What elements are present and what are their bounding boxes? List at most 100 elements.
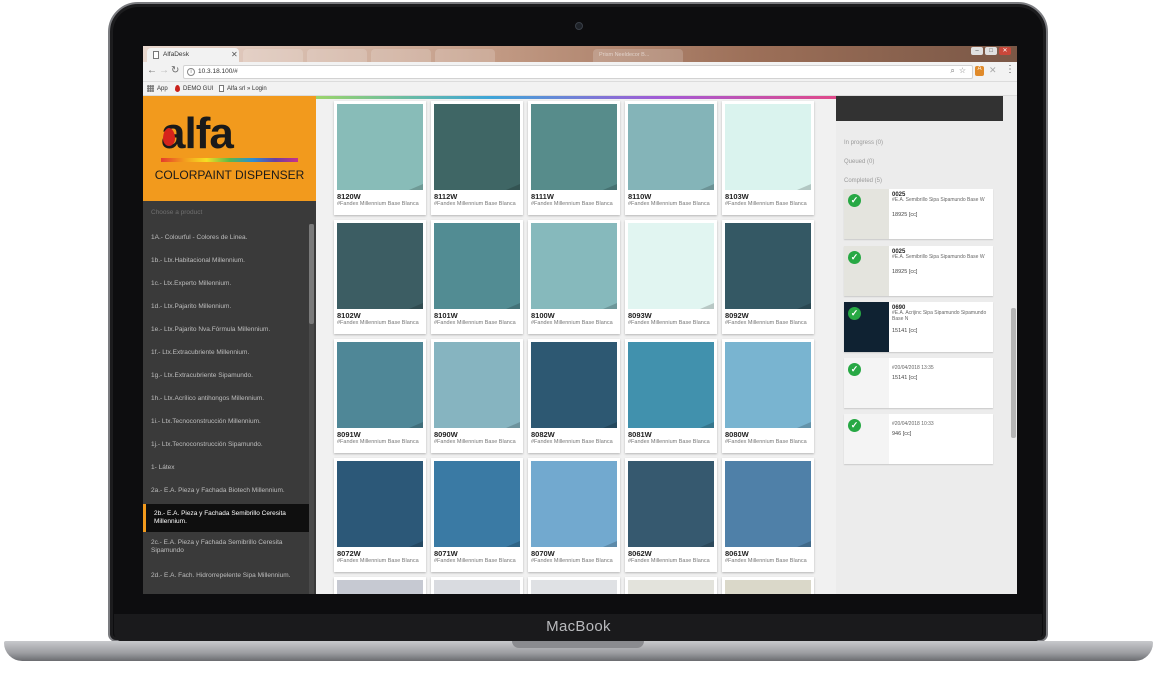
color-code: 8103W — [725, 192, 749, 201]
tab-alfadesk[interactable]: AlfaDesk ✕ — [147, 48, 239, 62]
color-card[interactable]: 8100W #Fandex Millennium Base Blanca — [528, 220, 620, 334]
job-queue-panel: In progress (0) Queued (0) Completed (5)… — [836, 96, 1017, 594]
extension-disabled-icon[interactable]: ✕ — [989, 65, 997, 76]
star-icon[interactable]: ☆ — [959, 66, 966, 76]
sidebar-item-product[interactable]: 1d.- Ltx.Pajarito Millennium. — [151, 303, 306, 311]
background-tab[interactable] — [435, 49, 495, 62]
color-swatch — [434, 342, 520, 428]
color-card[interactable]: 8103W #Fandex Millennium Base Blanca — [722, 101, 814, 215]
color-swatch — [628, 342, 714, 428]
completed-job[interactable]: ✓ 0025 #E.A. Semibrillo Sipa Sipamundo Bas… — [844, 246, 993, 296]
color-grid: 8120W #Fandex Millennium Base Blanca 8112W… — [316, 96, 836, 594]
bookmark-demo-gui[interactable]: DEMO GUI — [175, 85, 213, 92]
color-card[interactable]: 8093W #Fandex Millennium Base Blanca — [625, 220, 717, 334]
color-card[interactable]: 8092W #Fandex Millennium Base Blanca — [722, 220, 814, 334]
maximize-icon[interactable]: □ — [985, 47, 997, 55]
background-tab[interactable] — [371, 49, 431, 62]
sidebar-item-product[interactable]: 2a.- E.A. Pieza y Fachada Biotech Millen… — [151, 487, 306, 495]
completed-job[interactable]: ✓ #20/04/2018 10:33 946 [cc] — [844, 414, 993, 464]
sidebar-item-product[interactable]: 2b.- E.A. Pieza y Fachada Semibrillo Cer… — [143, 504, 309, 532]
bookmark-apps[interactable]: App — [147, 85, 168, 92]
color-card[interactable]: 8090W #Fandex Millennium Base Blanca — [431, 339, 523, 453]
address-bar[interactable]: i 10.3.18.100/# ⌕ ☆ — [183, 65, 973, 79]
background-tab[interactable] — [307, 49, 367, 62]
sidebar-item-product[interactable]: 1- Látex — [151, 464, 306, 472]
color-swatch — [531, 223, 617, 309]
sidebar-item-product[interactable]: 1j.- Ltx.Tecnoconstrucción Sipamundo. — [151, 441, 306, 449]
drop-icon — [163, 128, 175, 146]
sidebar-scroll-thumb[interactable] — [309, 224, 314, 324]
color-card[interactable]: 8112W #Fandex Millennium Base Blanca — [431, 101, 523, 215]
background-tab[interactable] — [243, 49, 303, 62]
color-base-desc: #Fandex Millennium Base Blanca — [725, 558, 807, 564]
color-card[interactable] — [334, 577, 426, 594]
color-card[interactable] — [528, 577, 620, 594]
color-card[interactable]: 8061W #Fandex Millennium Base Blanca — [722, 458, 814, 572]
color-card[interactable] — [431, 577, 523, 594]
color-card[interactable]: 8120W #Fandex Millennium Base Blanca — [334, 101, 426, 215]
reload-icon[interactable]: ↻ — [171, 65, 179, 76]
forward-icon[interactable]: → — [159, 65, 169, 76]
sidebar-item-product[interactable]: 1h.- Ltx.Acrílico antihongos Millennium. — [151, 395, 306, 403]
minimize-icon[interactable]: – — [971, 47, 983, 55]
background-tab[interactable]: Prism Neeldecor B... — [593, 49, 683, 62]
sidebar-item-product[interactable]: 2d.- E.A. Fach. Hidrorrepelente Sipa Mil… — [151, 572, 306, 580]
color-base-desc: #Fandex Millennium Base Blanca — [337, 201, 419, 207]
document-icon — [219, 85, 224, 92]
sidebar-item-product[interactable]: 1A.- Colourful - Colores de Linea. — [151, 234, 306, 242]
color-swatch — [337, 342, 423, 428]
completed-label: Completed (5) — [844, 178, 883, 184]
bookmark-alfa-login[interactable]: Alfa srl » Login — [219, 85, 267, 92]
queue-scroll-thumb[interactable] — [1011, 308, 1016, 438]
color-card[interactable]: 8082W #Fandex Millennium Base Blanca — [528, 339, 620, 453]
completed-job[interactable]: ✓ #20/04/2018 13:35 15141 [cc] — [844, 358, 993, 408]
color-code: 8090W — [434, 430, 458, 439]
tab-title: AlfaDesk — [163, 51, 190, 58]
color-card[interactable]: 8081W #Fandex Millennium Base Blanca — [625, 339, 717, 453]
color-card[interactable]: 8062W #Fandex Millennium Base Blanca — [625, 458, 717, 572]
sidebar-item-product[interactable]: 1f.- Ltx.Extracubriente Millennium. — [151, 349, 306, 357]
color-card[interactable]: 8072W #Fandex Millennium Base Blanca — [334, 458, 426, 572]
color-base-desc: #Fandex Millennium Base Blanca — [531, 439, 613, 445]
color-swatch — [434, 223, 520, 309]
completed-job[interactable]: ✓ 0690 #E.A. Acrijinc Sipa Sipamundo Sipam… — [844, 302, 993, 352]
color-card[interactable]: 8101W #Fandex Millennium Base Blanca — [431, 220, 523, 334]
color-swatch — [337, 461, 423, 547]
color-swatch — [434, 461, 520, 547]
color-card[interactable]: 8080W #Fandex Millennium Base Blanca — [722, 339, 814, 453]
sidebar-item-product[interactable]: 2c.- E.A. Pieza y Fachada Semibrillo Cer… — [151, 539, 306, 555]
close-window-icon[interactable]: ✕ — [999, 47, 1011, 55]
sidebar-item-product[interactable]: 1b.- Ltx.Habitacional Millennium. — [151, 257, 306, 265]
logo-subtitle: COLORPAINT DISPENSER — [154, 168, 305, 182]
color-card[interactable]: 8110W #Fandex Millennium Base Blanca — [625, 101, 717, 215]
web-page: alfa COLORPAINT DISPENSER Choose a produ… — [143, 96, 1017, 594]
checkmark-icon: ✓ — [848, 194, 861, 207]
color-card[interactable] — [722, 577, 814, 594]
color-card[interactable]: 8071W #Fandex Millennium Base Blanca — [431, 458, 523, 572]
color-code: 8072W — [337, 549, 361, 558]
color-card[interactable] — [625, 577, 717, 594]
checkmark-icon: ✓ — [848, 307, 861, 320]
extension-icon[interactable]: A — [975, 66, 984, 76]
sidebar-item-product[interactable]: 1c.- Ltx.Experto Millennium. — [151, 280, 306, 288]
color-code: 8120W — [337, 192, 361, 201]
menu-icon[interactable]: ⋮ — [1005, 64, 1015, 75]
color-card[interactable]: 8102W #Fandex Millennium Base Blanca — [334, 220, 426, 334]
color-swatch — [725, 342, 811, 428]
url-text: 10.3.18.100/# — [198, 68, 238, 75]
sidebar-item-product[interactable]: 1e.- Ltx.Pajarito Nva.Fórmula Millennium… — [151, 326, 306, 334]
info-icon[interactable]: i — [187, 68, 195, 76]
color-card[interactable]: 8111W #Fandex Millennium Base Blanca — [528, 101, 620, 215]
sidebar-item-product[interactable]: 1i.- Ltx.Tecnoconstrucción Millennium. — [151, 418, 306, 426]
device-brand: MacBook — [546, 618, 611, 635]
back-icon[interactable]: ← — [147, 65, 157, 76]
alfa-logo: alfa COLORPAINT DISPENSER — [143, 96, 316, 201]
search-icon[interactable]: ⌕ — [950, 66, 954, 76]
sidebar-item-product[interactable]: 1g.- Ltx.Extracubriente Sipamundo. — [151, 372, 306, 380]
completed-job[interactable]: ✓ 0025 #E.A. Semibrillo Sipa Sipamundo Bas… — [844, 189, 993, 239]
color-base-desc: #Fandex Millennium Base Blanca — [434, 558, 516, 564]
color-base-desc: #Fandex Millennium Base Blanca — [434, 320, 516, 326]
color-card[interactable]: 8091W #Fandex Millennium Base Blanca — [334, 339, 426, 453]
color-card[interactable]: 8070W #Fandex Millennium Base Blanca — [528, 458, 620, 572]
close-icon[interactable]: ✕ — [231, 50, 238, 59]
